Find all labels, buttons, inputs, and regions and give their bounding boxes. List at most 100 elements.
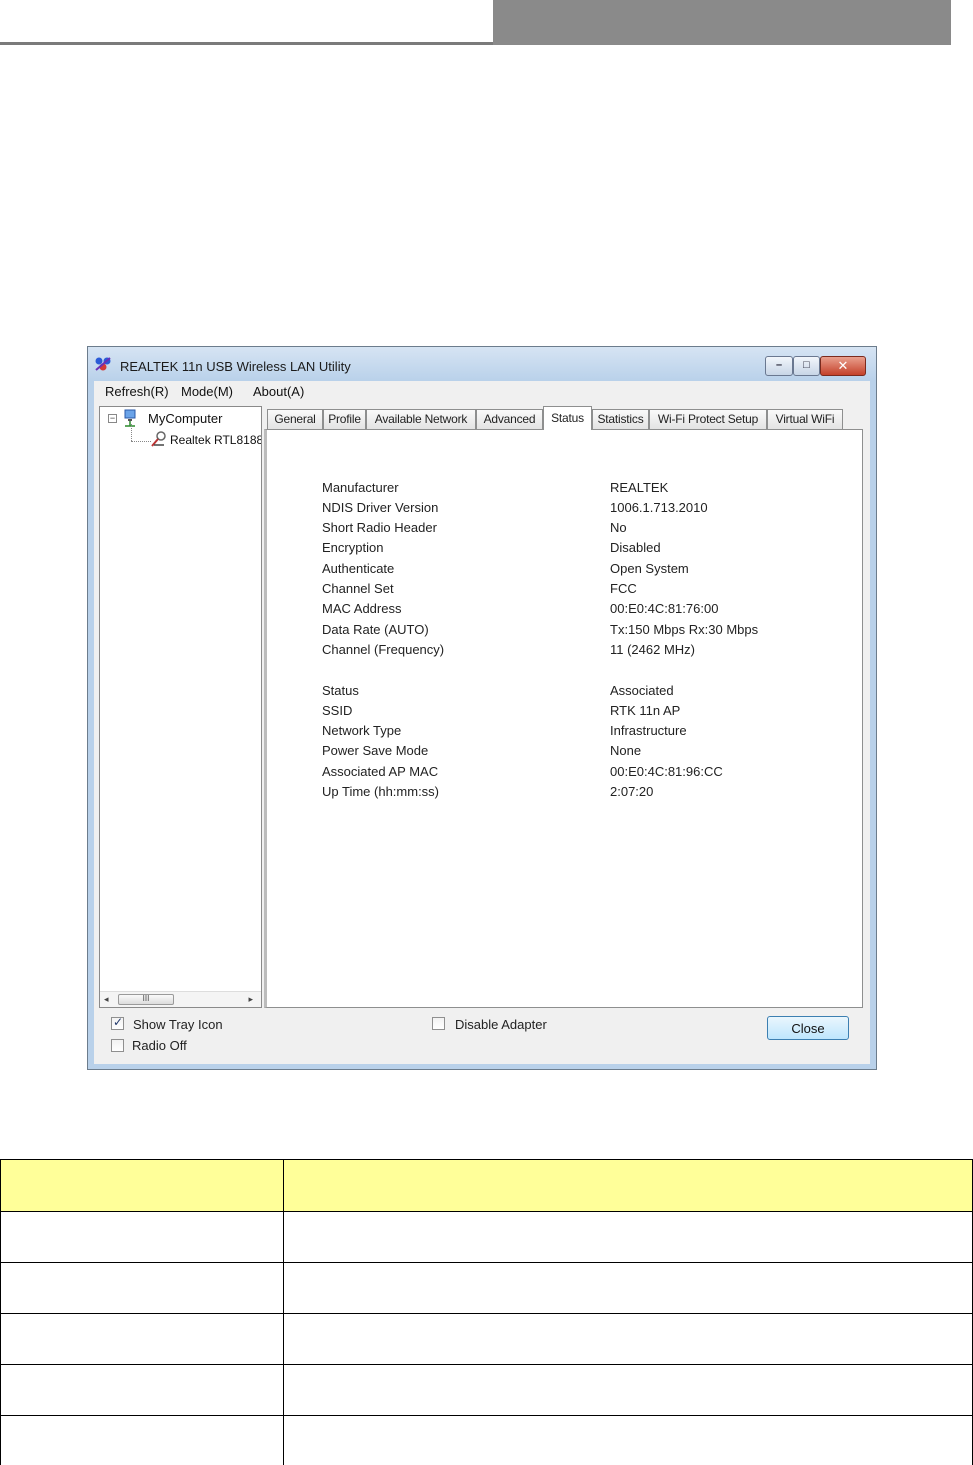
scroll-thumb[interactable]: III	[118, 994, 174, 1005]
table-cell	[0, 1313, 284, 1365]
tab-wifi-protect-setup[interactable]: Wi-Fi Protect Setup	[649, 409, 767, 429]
status-row: Up Time (hh:mm:ss) 2:07:20	[267, 784, 862, 804]
status-label: Short Radio Header	[322, 520, 437, 535]
status-row: Power Save Mode None	[267, 743, 862, 763]
maximize-button[interactable]: □	[793, 356, 820, 376]
tree-connector	[131, 424, 132, 441]
table-row	[0, 1415, 973, 1465]
table-cell	[0, 1415, 284, 1465]
scroll-right-arrow-icon[interactable]: ▸	[248, 994, 253, 1005]
status-label: SSID	[322, 703, 353, 718]
status-row: Encryption Disabled	[267, 540, 862, 560]
table-header-row	[0, 1159, 973, 1212]
status-value: None	[610, 743, 642, 758]
tree-item-realtek-adapter[interactable]: Realtek RTL8188	[170, 433, 261, 447]
status-row: SSID RTK 11n AP	[267, 703, 862, 723]
table-cell	[283, 1364, 973, 1416]
status-label: Status	[322, 683, 359, 698]
disable-adapter-checkbox[interactable]	[432, 1017, 445, 1030]
status-label: Authenticate	[322, 561, 395, 576]
tab-available-network[interactable]: Available Network	[366, 409, 476, 429]
status-label: Encryption	[322, 540, 384, 555]
status-value: 11 (2462 MHz)	[610, 642, 696, 657]
status-value: Infrastructure	[610, 723, 687, 738]
status-label: Network Type	[322, 723, 402, 738]
status-row: Network Type Infrastructure	[267, 723, 862, 743]
maximize-icon: □	[803, 359, 810, 371]
title-bar[interactable]: REALTEK 11n USB Wireless LAN Utility – □…	[88, 347, 876, 381]
status-value: Disabled	[610, 540, 661, 555]
status-value: Open System	[610, 561, 689, 576]
checkmark-icon: ✓	[113, 1015, 124, 1029]
table-row	[0, 1262, 973, 1314]
description-table	[0, 1159, 973, 1465]
table-row	[0, 1211, 973, 1263]
table-cell	[0, 1262, 284, 1314]
status-label: Channel (Frequency)	[322, 642, 445, 657]
status-value: 1006.1.713.2010	[610, 500, 708, 515]
table-cell	[283, 1262, 973, 1314]
tab-virtual-wifi[interactable]: Virtual WiFi	[767, 409, 843, 429]
minimize-icon: –	[775, 359, 783, 371]
status-value: 2:07:20	[610, 784, 654, 799]
scroll-left-arrow-icon[interactable]: ◂	[104, 994, 109, 1005]
tree-connector-branch	[131, 441, 151, 442]
table-cell	[0, 1364, 284, 1416]
status-row: Channel Set FCC	[267, 581, 862, 601]
radio-off-label[interactable]: Radio Off	[132, 1038, 187, 1053]
status-label: Manufacturer	[322, 480, 399, 495]
realtek-app-icon	[95, 357, 111, 371]
status-label: MAC Address	[322, 601, 402, 616]
tab-status[interactable]: Status	[543, 406, 592, 430]
status-label: Up Time (hh:mm:ss)	[322, 784, 440, 799]
status-row: MAC Address 00:E0:4C:81:76:00	[267, 601, 862, 621]
menu-bar: Refresh(R) Mode(M) About(A)	[94, 381, 870, 403]
tab-general[interactable]: General	[267, 409, 323, 429]
table-cell	[283, 1415, 973, 1465]
status-row: Status Associated	[267, 683, 862, 703]
tree-root-mycomputer[interactable]: MyComputer	[148, 411, 222, 426]
menu-mode[interactable]: Mode(M)	[181, 384, 233, 399]
table-header-cell	[0, 1159, 284, 1212]
status-row: Channel (Frequency) 11 (2462 MHz)	[267, 642, 862, 662]
status-value: Tx:150 Mbps Rx:30 Mbps	[610, 622, 759, 637]
window-title: REALTEK 11n USB Wireless LAN Utility	[120, 359, 351, 374]
show-tray-icon-checkbox[interactable]: ✓	[111, 1015, 124, 1030]
status-label: NDIS Driver Version	[322, 500, 439, 515]
status-value: 00:E0:4C:81:76:00	[610, 601, 719, 616]
show-tray-icon-label[interactable]: Show Tray Icon	[133, 1017, 223, 1032]
table-cell	[0, 1211, 284, 1263]
page-header-rule	[0, 42, 493, 45]
table-row	[0, 1364, 973, 1416]
tree-horizontal-scrollbar[interactable]: ◂ III ▸	[100, 991, 261, 1007]
close-icon: ✕	[837, 358, 849, 373]
tab-profile[interactable]: Profile	[323, 409, 366, 429]
status-row: NDIS Driver Version 1006.1.713.2010	[267, 500, 862, 520]
device-tree: − MyComputer Realtek RTL8188 ◂ III ▸	[99, 406, 262, 1008]
status-value: 00:E0:4C:81:96:CC	[610, 764, 723, 779]
table-header-cell	[283, 1159, 973, 1212]
disable-adapter-label[interactable]: Disable Adapter	[455, 1017, 547, 1032]
minimize-button[interactable]: –	[765, 356, 793, 376]
menu-refresh[interactable]: Refresh(R)	[105, 384, 169, 399]
tree-collapse-toggle[interactable]: −	[108, 414, 117, 423]
window-close-button[interactable]: ✕	[820, 356, 866, 376]
close-button[interactable]: Close	[767, 1016, 849, 1040]
status-row: Data Rate (AUTO) Tx:150 Mbps Rx:30 Mbps	[267, 622, 862, 642]
status-value: RTK 11n AP	[610, 703, 681, 718]
wireless-adapter-icon	[151, 431, 166, 447]
menu-about[interactable]: About(A)	[253, 384, 304, 399]
tab-advanced[interactable]: Advanced	[476, 409, 543, 429]
status-row: Manufacturer REALTEK	[267, 480, 862, 500]
radio-off-checkbox[interactable]	[111, 1039, 124, 1052]
status-row: Authenticate Open System	[267, 561, 862, 581]
status-row: Associated AP MAC 00:E0:4C:81:96:CC	[267, 764, 862, 784]
computer-network-icon	[124, 409, 136, 427]
tab-statistics[interactable]: Statistics	[592, 409, 649, 429]
table-cell	[283, 1313, 973, 1365]
status-value: FCC	[610, 581, 637, 596]
page-header-bar	[493, 0, 951, 45]
status-value: REALTEK	[610, 480, 669, 495]
window-client-area: − MyComputer Realtek RTL8188 ◂ III ▸ Gen…	[94, 403, 870, 1064]
status-value: No	[610, 520, 627, 535]
